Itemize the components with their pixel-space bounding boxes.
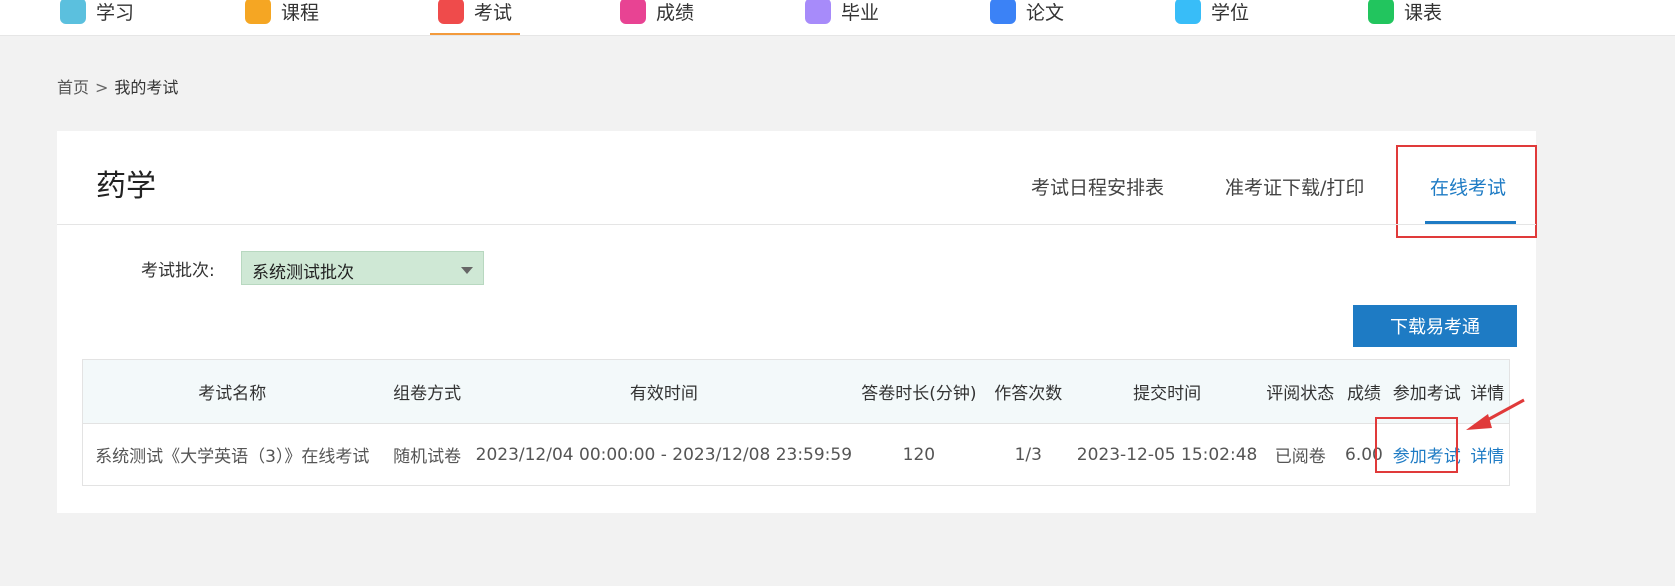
column-header: 评阅状态 <box>1260 359 1341 424</box>
nav-label: 课表 <box>1404 1 1443 24</box>
table-row: 系统测试《大学英语（3）》在线考试 随机试卷 2023/12/04 00:00:… <box>82 423 1510 486</box>
batch-select-value: 系统测试批次 <box>252 263 354 283</box>
attempts: 1/3 <box>982 423 1074 486</box>
schedule-icon <box>1368 0 1394 24</box>
graduation-icon <box>805 0 831 24</box>
batch-select[interactable]: 系统测试批次 <box>241 251 484 285</box>
nav-label: 课程 <box>281 1 320 24</box>
exam-icon <box>438 0 464 24</box>
nav-item-grades[interactable]: 成绩 <box>620 0 695 35</box>
column-header: 考试名称 <box>82 359 382 424</box>
breadcrumb-home[interactable]: 首页 <box>57 78 89 97</box>
highlight-box-join-exam <box>1375 417 1458 473</box>
breadcrumb: 首页 > 我的考试 <box>57 74 178 98</box>
nav-label: 成绩 <box>656 1 695 24</box>
nav-label: 考试 <box>474 1 513 24</box>
review-status: 已阅卷 <box>1260 423 1341 486</box>
detail-cell: 详情 <box>1465 423 1510 486</box>
grades-icon <box>620 0 646 24</box>
chevron-down-icon <box>461 267 473 274</box>
download-exam-client-button[interactable]: 下载易考通 <box>1353 305 1517 347</box>
nav-item-course[interactable]: 课程 <box>245 0 320 35</box>
valid-time: 2023/12/04 00:00:00 - 2023/12/08 23:59:5… <box>472 423 856 486</box>
nav-item-thesis[interactable]: 论文 <box>990 0 1065 35</box>
batch-filter-label: 考试批次: <box>141 261 215 281</box>
page-title: 药学 <box>96 169 156 204</box>
exam-card: 药学 考试日程安排表 准考证下载/打印 在线考试 考试批次: 系统测试批次 下载… <box>57 131 1537 513</box>
nav-item-schedule[interactable]: 课表 <box>1368 0 1443 35</box>
nav-item-exam[interactable]: 考试 <box>429 0 521 35</box>
column-header: 组卷方式 <box>381 359 473 424</box>
thesis-icon <box>990 0 1016 24</box>
paper-method: 随机试卷 <box>381 423 473 486</box>
study-icon <box>60 0 86 24</box>
submit-time: 2023-12-05 15:02:48 <box>1073 423 1261 486</box>
duration: 120 <box>855 423 983 486</box>
column-header: 成绩 <box>1340 359 1388 424</box>
exam-name: 系统测试《大学英语（3）》在线考试 <box>82 423 382 486</box>
column-header: 提交时间 <box>1073 359 1261 424</box>
column-header: 参加考试 <box>1387 359 1466 424</box>
tab-exam-schedule[interactable]: 考试日程安排表 <box>1031 173 1164 200</box>
nav-label: 毕业 <box>841 1 880 24</box>
detail-link[interactable]: 详情 <box>1470 447 1504 467</box>
header-divider <box>57 224 1536 225</box>
column-header: 答卷时长(分钟) <box>855 359 983 424</box>
degree-icon <box>1175 0 1201 24</box>
table-header-row: 考试名称 组卷方式 有效时间 答卷时长(分钟) 作答次数 提交时间 评阅状态 成… <box>82 359 1510 424</box>
nav-item-degree[interactable]: 学位 <box>1175 0 1250 35</box>
column-header: 有效时间 <box>472 359 856 424</box>
nav-item-graduation[interactable]: 毕业 <box>805 0 880 35</box>
column-header: 作答次数 <box>982 359 1074 424</box>
breadcrumb-current: 我的考试 <box>114 78 179 97</box>
annotation-arrow-icon <box>1466 398 1525 430</box>
nav-item-study[interactable]: 学习 <box>60 0 135 35</box>
tab-admission-ticket[interactable]: 准考证下载/打印 <box>1225 173 1364 200</box>
nav-label: 论文 <box>1026 1 1065 24</box>
nav-label: 学位 <box>1211 1 1250 24</box>
exam-table: 考试名称 组卷方式 有效时间 答卷时长(分钟) 作答次数 提交时间 评阅状态 成… <box>82 359 1510 486</box>
top-nav: 学习 课程 考试 成绩 毕业 论文 学位 课表 <box>0 0 1675 36</box>
course-icon <box>245 0 271 24</box>
breadcrumb-separator: > <box>95 78 109 97</box>
nav-label: 学习 <box>96 1 135 24</box>
